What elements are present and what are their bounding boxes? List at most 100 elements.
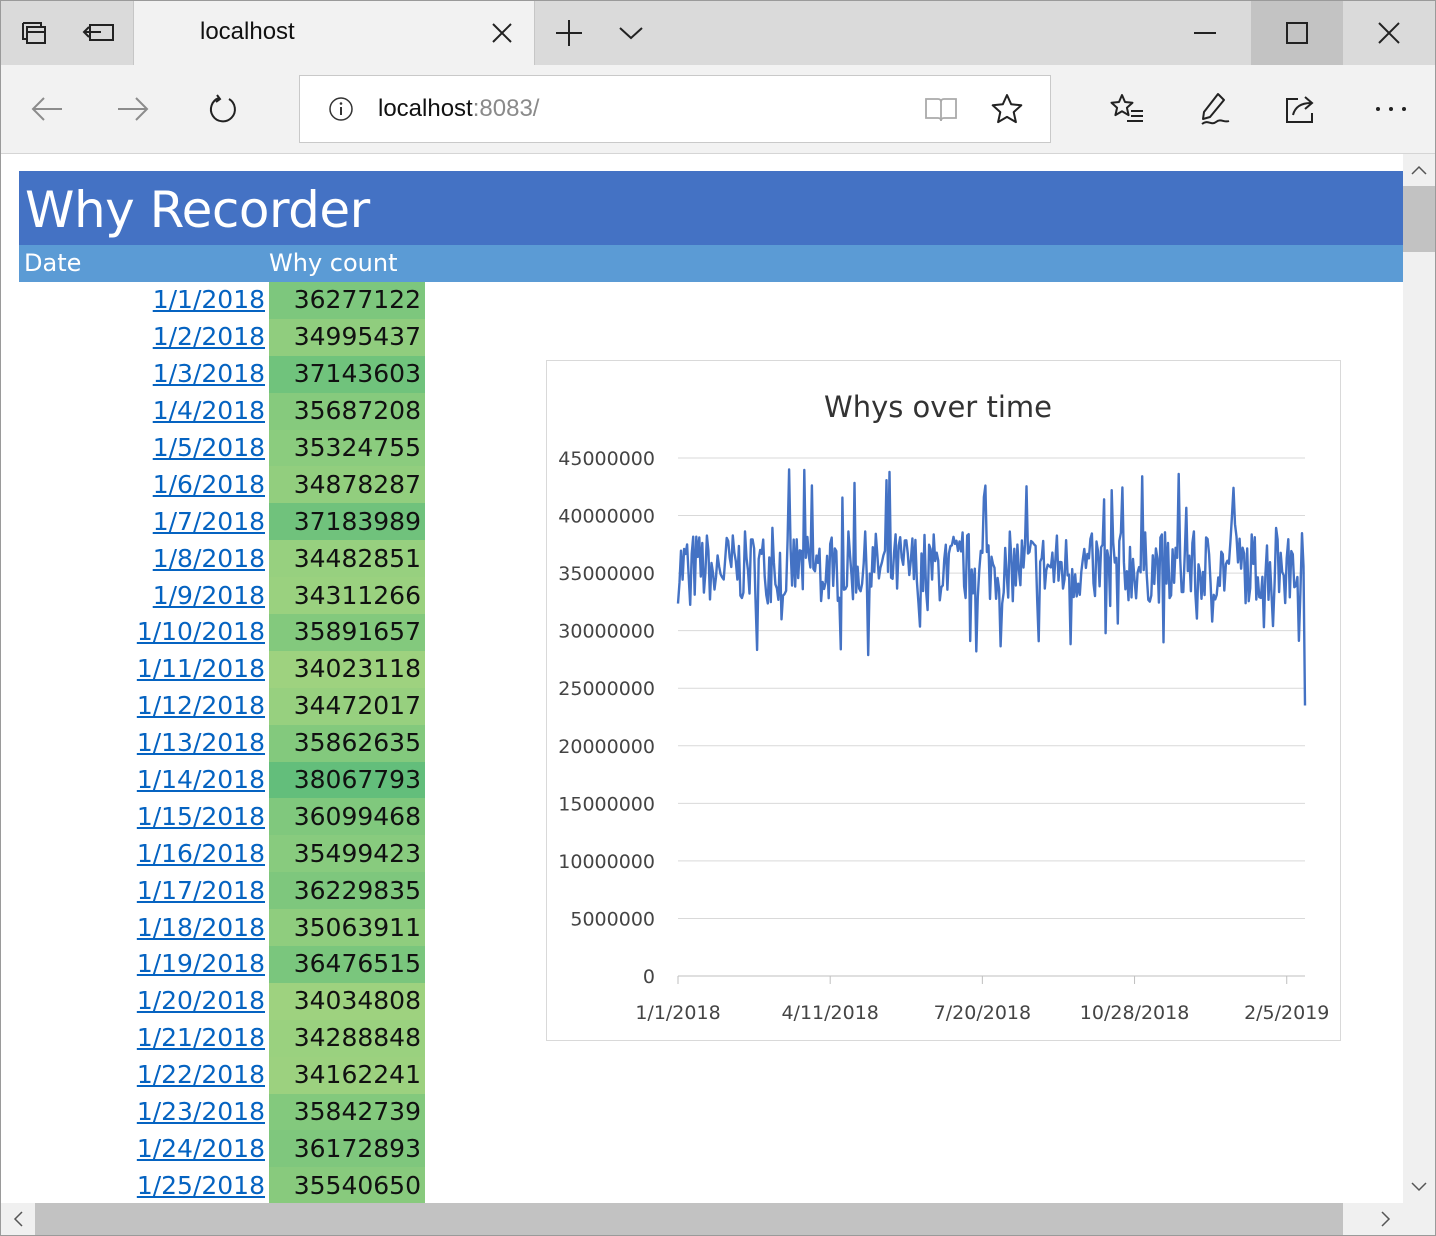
date-link[interactable]: 1/16/2018 xyxy=(137,839,265,868)
date-cell: 1/2/2018 xyxy=(19,319,269,356)
date-cell: 1/18/2018 xyxy=(19,909,269,946)
scroll-up-icon[interactable] xyxy=(1403,154,1435,186)
y-axis: 0 5000000 10000000 15000000 20000000 25000000… xyxy=(558,448,655,988)
y-tick-label: 40000000 xyxy=(558,506,655,528)
date-link[interactable]: 1/5/2018 xyxy=(153,433,265,462)
pen-annotate-icon[interactable] xyxy=(1189,83,1241,135)
date-link[interactable]: 1/4/2018 xyxy=(153,396,265,425)
table-row: 1/7/2018 37183989 xyxy=(19,503,425,541)
table-row: 1/3/2018 37143603 xyxy=(19,355,425,393)
x-axis: 1/1/2018 4/11/2018 7/20/2018 10/28/2018 2/5/… xyxy=(635,976,1329,1024)
table-row: 1/22/2018 34162241 xyxy=(19,1056,425,1094)
table-row: 1/5/2018 35324755 xyxy=(19,429,425,467)
share-icon[interactable] xyxy=(1275,83,1327,135)
y-tick-label: 10000000 xyxy=(558,851,655,873)
date-link[interactable]: 1/3/2018 xyxy=(153,359,265,388)
y-tick-label: 15000000 xyxy=(558,793,655,815)
table-row: 1/21/2018 34288848 xyxy=(19,1019,425,1057)
count-cell: 35891657 xyxy=(269,614,425,651)
date-link[interactable]: 1/19/2018 xyxy=(137,949,265,978)
why-count-table: 1/1/2018 36277122 1/2/2018 34995437 1/3/2018… xyxy=(19,282,425,1203)
count-cell: 34995437 xyxy=(269,318,425,356)
horizontal-scroll-thumb[interactable] xyxy=(35,1203,1343,1235)
vertical-scroll-thumb[interactable] xyxy=(1403,186,1435,252)
date-link[interactable]: 1/22/2018 xyxy=(137,1060,265,1089)
refresh-icon[interactable] xyxy=(197,83,249,135)
date-link[interactable]: 1/6/2018 xyxy=(153,470,265,499)
date-link[interactable]: 1/1/2018 xyxy=(153,285,265,314)
scroll-left-icon[interactable] xyxy=(1,1203,35,1235)
x-tick-label: 7/20/2018 xyxy=(934,1002,1031,1024)
y-tick-label: 30000000 xyxy=(558,621,655,643)
forward-arrow-icon[interactable] xyxy=(107,83,159,135)
vertical-scrollbar[interactable] xyxy=(1403,154,1435,1203)
date-cell: 1/14/2018 xyxy=(19,762,269,799)
count-cell: 35324755 xyxy=(269,429,425,467)
horizontal-scrollbar[interactable] xyxy=(1,1203,1435,1235)
table-row: 1/2/2018 34995437 xyxy=(19,318,425,356)
more-options-icon[interactable] xyxy=(1365,83,1417,135)
date-link[interactable]: 1/25/2018 xyxy=(137,1171,265,1200)
date-link[interactable]: 1/21/2018 xyxy=(137,1023,265,1052)
date-link[interactable]: 1/12/2018 xyxy=(137,691,265,720)
favorite-star-icon[interactable] xyxy=(990,92,1024,126)
table-row: 1/20/2018 34034808 xyxy=(19,982,425,1020)
date-link[interactable]: 1/18/2018 xyxy=(137,913,265,942)
count-cell: 35499423 xyxy=(269,835,425,873)
scroll-right-icon[interactable] xyxy=(1369,1203,1403,1235)
new-tab-icon[interactable] xyxy=(537,1,601,65)
table-row: 1/8/2018 34482851 xyxy=(19,540,425,578)
close-window-button[interactable] xyxy=(1343,1,1435,65)
count-cell: 38067793 xyxy=(269,761,425,799)
date-link[interactable]: 1/17/2018 xyxy=(137,876,265,905)
date-link[interactable]: 1/8/2018 xyxy=(153,544,265,573)
table-row: 1/23/2018 35842739 xyxy=(19,1093,425,1131)
date-cell: 1/8/2018 xyxy=(19,540,269,577)
count-cell: 35842739 xyxy=(269,1093,425,1131)
date-link[interactable]: 1/14/2018 xyxy=(137,765,265,794)
date-cell: 1/5/2018 xyxy=(19,430,269,467)
reading-view-icon[interactable] xyxy=(924,92,958,126)
info-icon[interactable] xyxy=(324,92,358,126)
date-link[interactable]: 1/10/2018 xyxy=(137,617,265,646)
x-tick-label: 4/11/2018 xyxy=(781,1002,878,1024)
tab-preview-icon[interactable] xyxy=(3,1,67,65)
date-link[interactable]: 1/13/2018 xyxy=(137,728,265,757)
date-link[interactable]: 1/9/2018 xyxy=(153,581,265,610)
table-row: 1/11/2018 34023118 xyxy=(19,650,425,688)
count-cell: 34162241 xyxy=(269,1056,425,1094)
date-link[interactable]: 1/2/2018 xyxy=(153,322,265,351)
table-row: 1/25/2018 35540650 xyxy=(19,1167,425,1203)
date-link[interactable]: 1/20/2018 xyxy=(137,986,265,1015)
y-tick-label: 5000000 xyxy=(570,908,655,930)
date-column-header: Date xyxy=(24,249,82,277)
table-row: 1/14/2018 38067793 xyxy=(19,761,425,799)
count-cell: 36476515 xyxy=(269,946,425,983)
x-tick-label: 2/5/2019 xyxy=(1244,1002,1329,1024)
date-cell: 1/20/2018 xyxy=(19,983,269,1020)
date-cell: 1/13/2018 xyxy=(19,725,269,762)
date-link[interactable]: 1/15/2018 xyxy=(137,802,265,831)
page-title: Why Recorder xyxy=(25,181,370,239)
table-row: 1/9/2018 34311266 xyxy=(19,577,425,615)
minimize-button[interactable] xyxy=(1159,1,1251,65)
date-link[interactable]: 1/7/2018 xyxy=(153,507,265,536)
back-arrow-icon[interactable] xyxy=(21,83,73,135)
address-bar[interactable]: localhost:8083/ xyxy=(299,75,1051,143)
table-row: 1/19/2018 36476515 xyxy=(19,946,425,983)
set-tabs-aside-icon[interactable] xyxy=(67,1,131,65)
maximize-button[interactable] xyxy=(1251,1,1343,65)
date-cell: 1/12/2018 xyxy=(19,688,269,725)
scroll-down-icon[interactable] xyxy=(1403,1171,1435,1203)
date-cell: 1/22/2018 xyxy=(19,1057,269,1094)
active-tab[interactable]: localhost xyxy=(133,1,535,65)
date-link[interactable]: 1/24/2018 xyxy=(137,1134,265,1163)
date-link[interactable]: 1/11/2018 xyxy=(137,654,265,683)
chevron-down-icon[interactable] xyxy=(599,1,663,65)
favorites-hub-icon[interactable] xyxy=(1101,83,1153,135)
y-tick-label: 20000000 xyxy=(558,736,655,758)
date-cell: 1/21/2018 xyxy=(19,1020,269,1057)
date-link[interactable]: 1/23/2018 xyxy=(137,1097,265,1126)
close-tab-icon[interactable] xyxy=(488,19,516,47)
date-cell: 1/9/2018 xyxy=(19,577,269,614)
